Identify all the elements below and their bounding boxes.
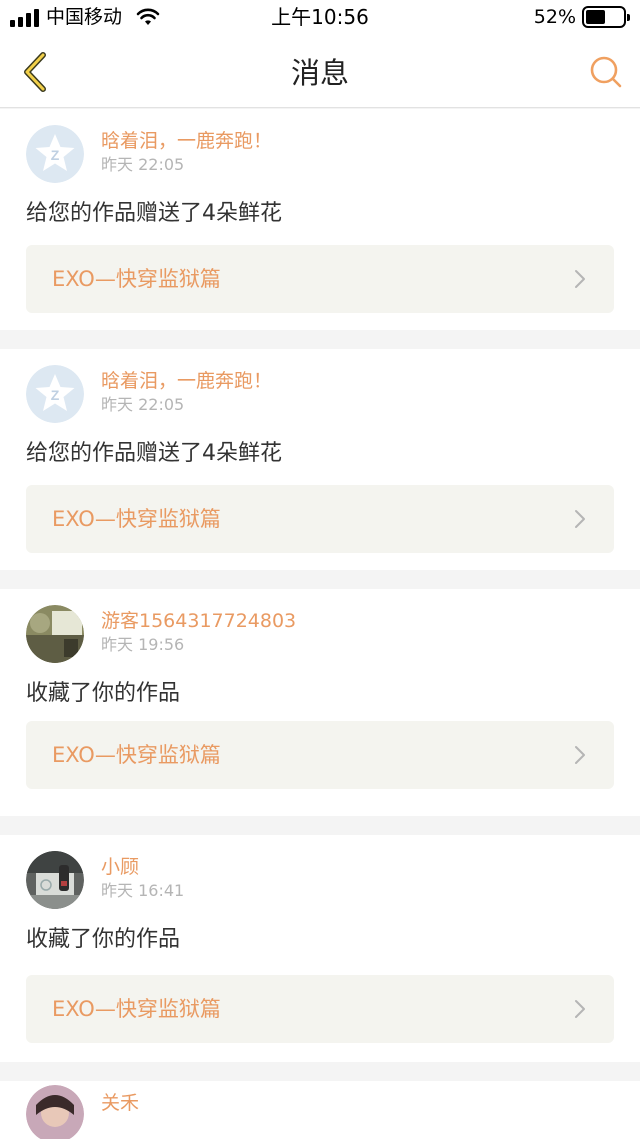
search-button[interactable] (586, 52, 626, 92)
action-text: 收藏了你的作品 (26, 927, 181, 952)
action-text: 给您的作品赠送了4朵鲜花 (26, 441, 282, 466)
action-text: 给您的作品赠送了4朵鲜花 (26, 201, 282, 226)
back-button[interactable] (12, 48, 56, 96)
chevron-left-icon (24, 52, 46, 92)
message-card: Z 晗着泪，一鹿奔跑！ 昨天 22:05 给您的作品赠送了4朵鲜花 EXO—快穿… (0, 109, 640, 330)
chevron-right-icon (575, 746, 585, 764)
default-avatar-icon: Z (26, 125, 84, 183)
avatar[interactable] (26, 851, 84, 909)
timestamp: 昨天 16:41 (101, 881, 185, 900)
message-card: 小顾 昨天 16:41 收藏了你的作品 EXO—快穿监狱篇 (0, 835, 640, 1062)
photo-avatar-icon (26, 1085, 84, 1139)
avatar[interactable] (26, 605, 84, 663)
work-link[interactable]: EXO—快穿监狱篇 (26, 975, 614, 1043)
nav-bar: 消息 (0, 36, 640, 108)
work-title: EXO—快穿监狱篇 (52, 743, 221, 767)
work-link[interactable]: EXO—快穿监狱篇 (26, 245, 614, 313)
timestamp: 昨天 22:05 (101, 395, 185, 414)
avatar[interactable] (26, 1085, 84, 1139)
status-right: 52% (533, 6, 630, 28)
battery-fill (586, 10, 605, 24)
work-link[interactable]: EXO—快穿监狱篇 (26, 485, 614, 553)
avatar[interactable]: Z (26, 125, 84, 183)
battery-percent: 52% (533, 6, 576, 28)
status-bar: 中国移动 上午10:56 52% (0, 0, 640, 36)
username[interactable]: 晗着泪，一鹿奔跑！ (101, 369, 272, 393)
message-card: 关禾 (0, 1081, 640, 1139)
work-title: EXO—快穿监狱篇 (52, 507, 221, 531)
message-card: Z 晗着泪，一鹿奔跑！ 昨天 22:05 给您的作品赠送了4朵鲜花 EXO—快穿… (0, 349, 640, 570)
default-avatar-icon: Z (26, 365, 84, 423)
svg-text:Z: Z (51, 387, 60, 403)
svg-text:Z: Z (51, 147, 60, 163)
battery-icon (582, 6, 630, 28)
timestamp: 昨天 22:05 (101, 155, 185, 174)
action-text: 收藏了你的作品 (26, 681, 181, 706)
username[interactable]: 关禾 (101, 1091, 139, 1115)
chevron-right-icon (575, 510, 585, 528)
timestamp: 昨天 19:56 (101, 635, 185, 654)
work-title: EXO—快穿监狱篇 (52, 997, 221, 1021)
work-title: EXO—快穿监狱篇 (52, 267, 221, 291)
chevron-right-icon (575, 270, 585, 288)
username[interactable]: 游客1564317724803 (101, 609, 296, 633)
work-link[interactable]: EXO—快穿监狱篇 (26, 721, 614, 789)
photo-avatar-icon (26, 605, 84, 663)
photo-avatar-icon (26, 851, 84, 909)
username[interactable]: 小顾 (101, 855, 139, 879)
chevron-right-icon (575, 1000, 585, 1018)
message-card: 游客1564317724803 昨天 19:56 收藏了你的作品 EXO—快穿监… (0, 589, 640, 816)
username[interactable]: 晗着泪，一鹿奔跑！ (101, 129, 272, 153)
page-title: 消息 (290, 56, 349, 90)
search-icon (590, 56, 622, 88)
avatar[interactable]: Z (26, 365, 84, 423)
message-list: Z 晗着泪，一鹿奔跑！ 昨天 22:05 给您的作品赠送了4朵鲜花 EXO—快穿… (0, 109, 640, 1139)
